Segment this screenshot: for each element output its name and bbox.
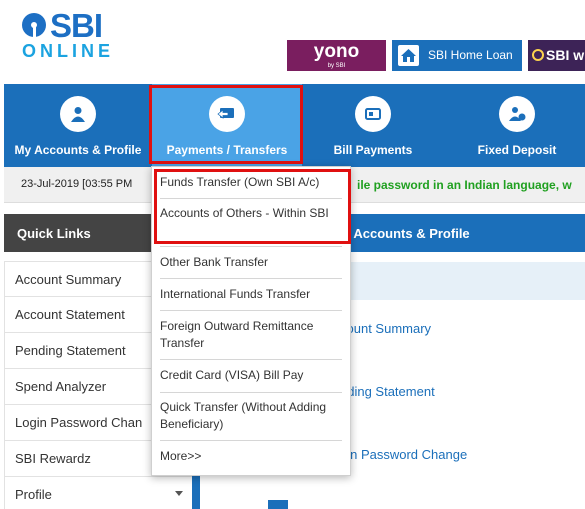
menu-item-accounts-of-others[interactable]: Accounts of Others - Within SBI [160,205,342,222]
home-loan-banner-button[interactable]: SBI Home Loan [392,40,522,71]
transfer-icon [209,96,245,132]
menu-divider [160,359,342,360]
sbi-w-banner-button[interactable]: SBI w [528,40,585,71]
sbi-logo-icon [22,13,46,37]
notice-marquee[interactable]: ile password in an Indian language, w [357,178,572,192]
main-nav-bar: My Accounts & Profile Payments / Transfe… [4,84,585,167]
quick-link-profile[interactable]: Profile [4,477,200,509]
main-link-pending-statement[interactable]: nding Statement [340,384,435,399]
site-header: SBI ONLINE yono by SBI SBI Home Loan SBI… [0,0,585,84]
menu-item-international-funds-transfer[interactable]: International Funds Transfer [160,286,342,303]
logo-online-text: ONLINE [22,41,115,61]
nav-fixed-deposit[interactable]: Fixed Deposit [444,84,585,167]
menu-item-credit-card-bill-pay[interactable]: Credit Card (VISA) Bill Pay [160,367,342,384]
nav-bill-label: Bill Payments [333,143,413,157]
main-section-title: y Accounts & Profile [343,226,470,241]
quick-link-label: Spend Analyzer [15,379,107,394]
yono-banner-button[interactable]: yono by SBI [287,40,386,71]
menu-divider [160,440,342,441]
quick-link-label: Pending Statement [15,343,126,358]
quick-link-label: Account Statement [15,307,125,322]
sbi-online-page: SBI ONLINE yono by SBI SBI Home Loan SBI… [0,0,585,509]
home-loan-label: SBI Home Loan [428,48,513,62]
nav-payments-transfers[interactable]: Payments / Transfers [152,84,302,167]
last-login-date: 23-Jul-2019 [03:55 PM [21,178,133,190]
menu-divider [160,392,342,393]
nav-fd-label: Fixed Deposit [477,143,557,157]
chevron-down-icon [175,491,183,496]
house-icon [398,45,419,66]
nav-my-accounts[interactable]: My Accounts & Profile [4,84,152,167]
quick-link-label: Login Password Chan [15,415,143,430]
menu-item-quick-transfer[interactable]: Quick Transfer (Without Adding Beneficia… [160,399,342,433]
document-icon [268,500,288,509]
menu-divider [160,246,342,247]
menu-divider [160,278,342,279]
nav-payments-label: Payments / Transfers [166,143,288,157]
logo-sbi-text: SBI [50,7,103,44]
nav-bill-payments[interactable]: Bill Payments [302,84,444,167]
quick-link-label: SBI Rewardz [15,451,91,466]
payments-dropdown-menu: Funds Transfer (Own SBI A/c) Accounts of… [151,166,351,476]
user-icon [60,96,96,132]
quick-link-label: Profile [15,487,52,502]
quick-link-label: Account Summary [15,272,122,287]
deposit-icon [499,96,535,132]
menu-item-more[interactable]: More>> [160,448,342,465]
yono-label: yono [313,41,360,62]
yono-sub-label: by SBI [327,63,346,69]
sbi-w-label: SBI w [546,47,585,63]
menu-item-other-bank-transfer[interactable]: Other Bank Transfer [160,254,342,271]
bill-icon [355,96,391,132]
nav-my-accounts-label: My Accounts & Profile [14,143,142,157]
menu-item-foreign-outward-remittance[interactable]: Foreign Outward Remittance Transfer [160,318,342,352]
menu-divider [160,198,342,199]
main-link-login-password-change[interactable]: gin Password Change [340,447,467,462]
menu-item-funds-transfer-own[interactable]: Funds Transfer (Own SBI A/c) [160,174,342,191]
sbi-ring-icon [532,49,544,61]
menu-divider [160,310,342,311]
main-link-account-summary[interactable]: count Summary [340,321,431,336]
